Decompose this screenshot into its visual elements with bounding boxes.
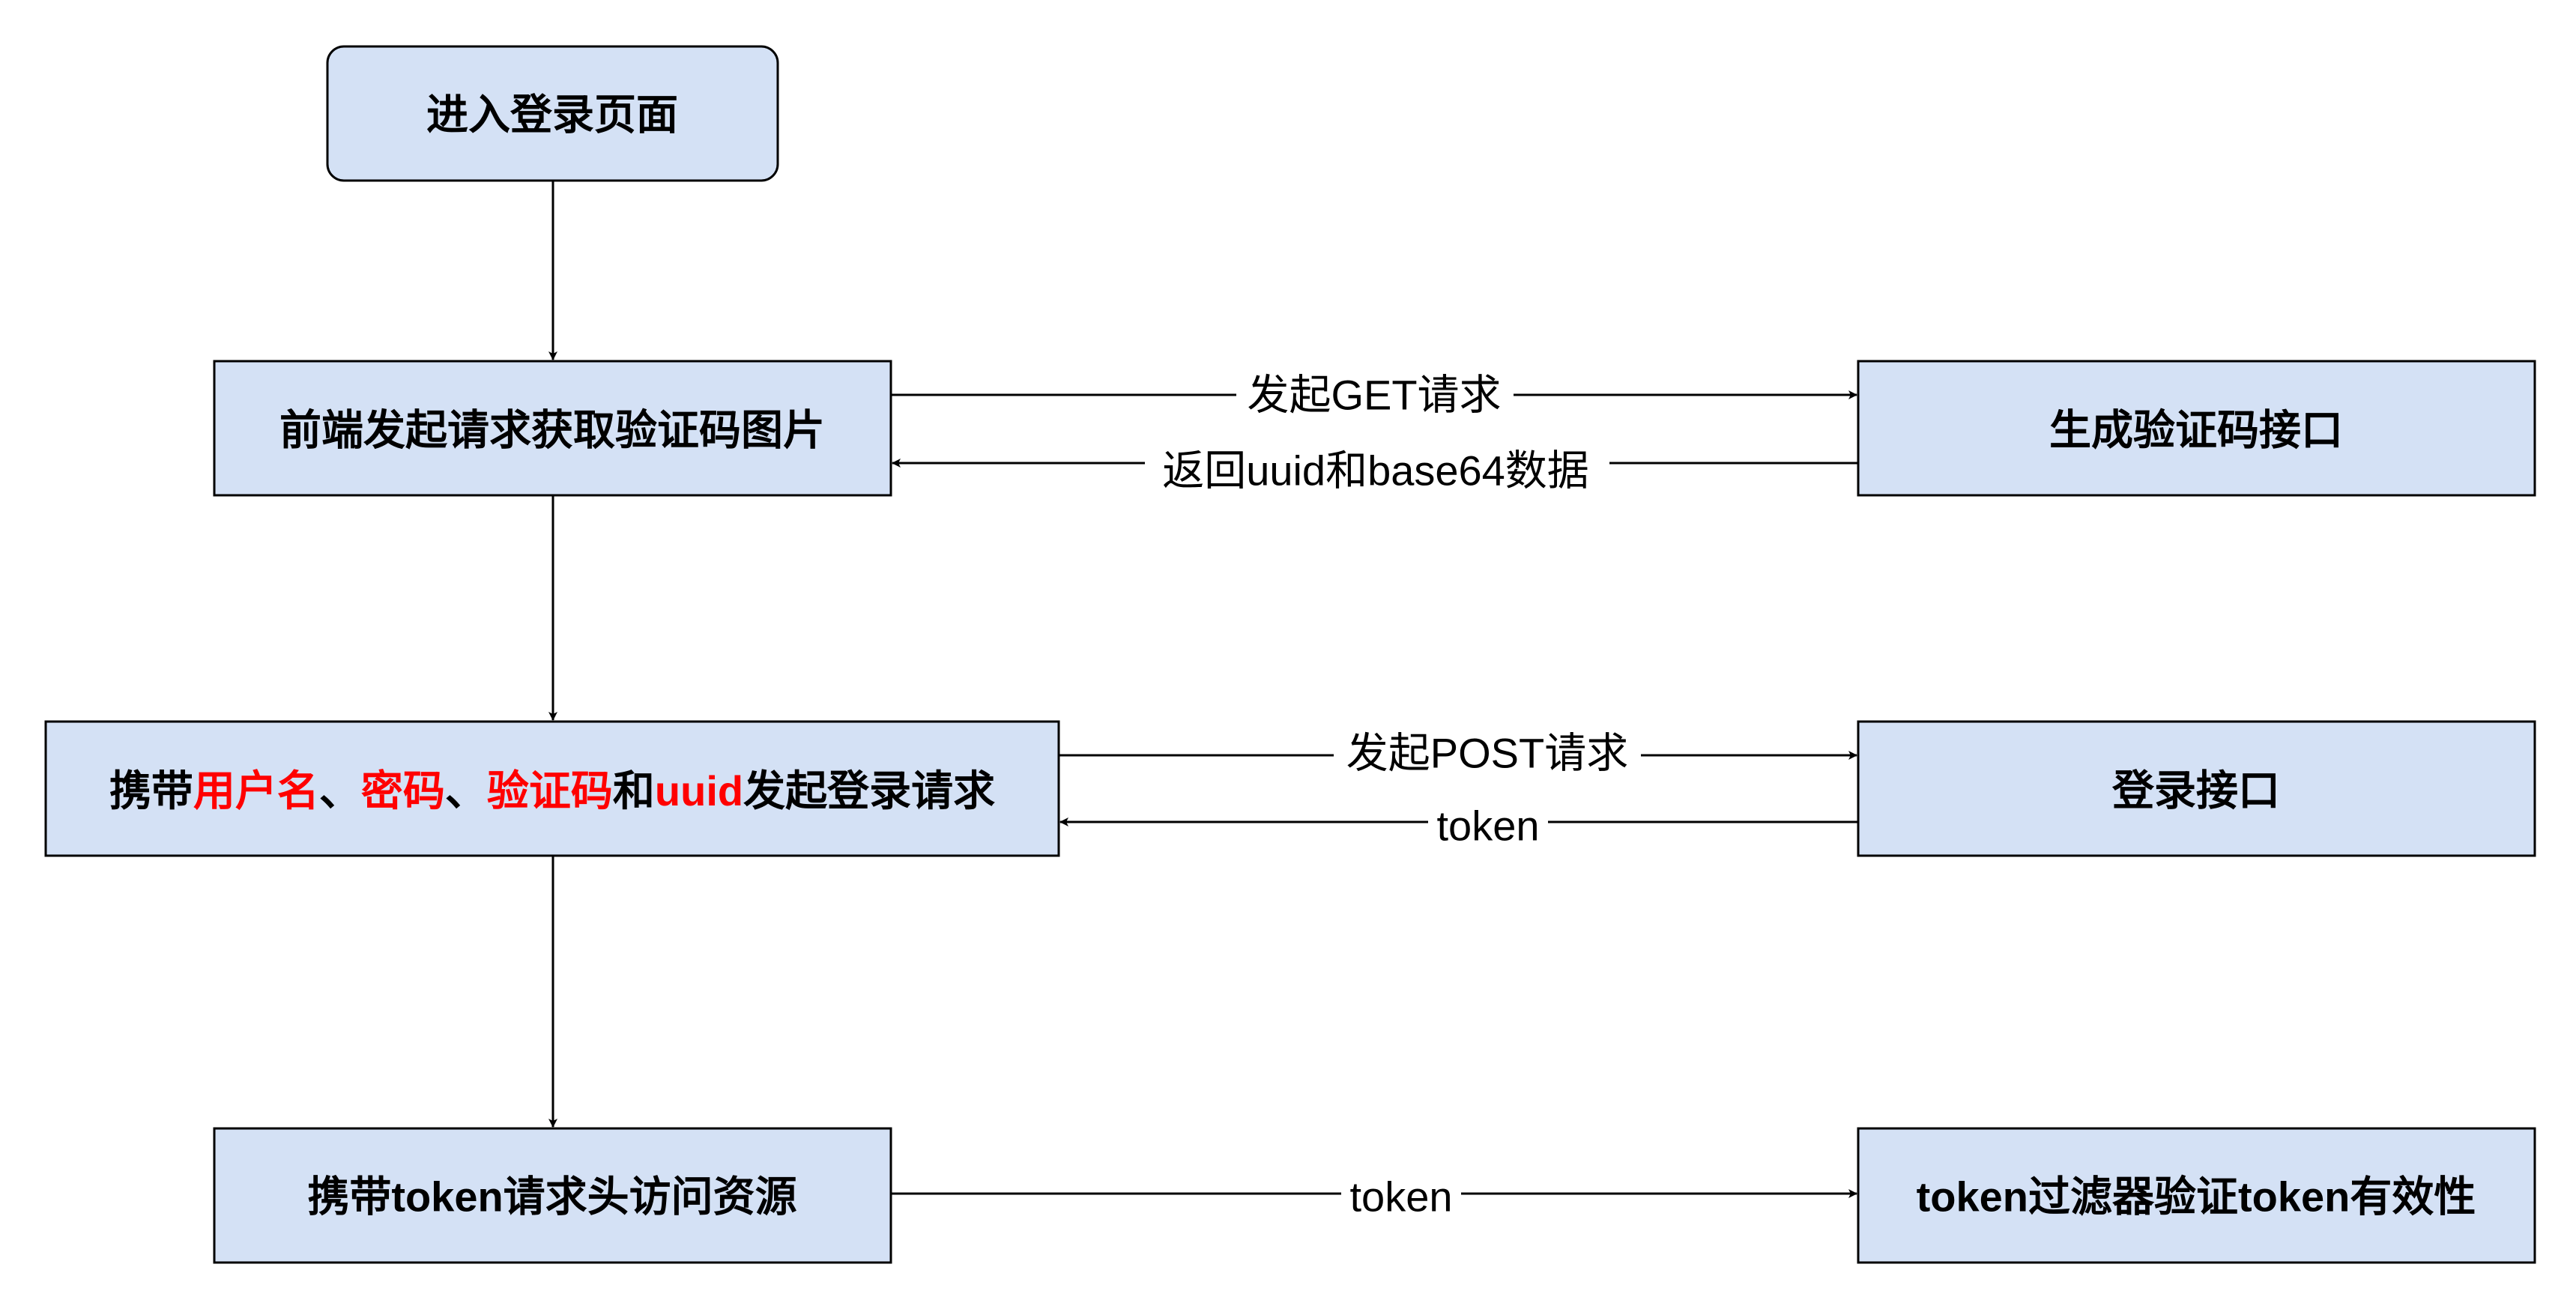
edge-label-post-request: 发起POST请求 (1346, 730, 1628, 777)
node-token-filter-label: token过滤器验证token有效性 (1917, 1173, 2476, 1221)
login-request-uuid: uuid (655, 767, 743, 814)
login-request-sep2: 、 (445, 767, 487, 814)
node-login-api-label: 登录接口 (2111, 767, 2280, 814)
node-login-request-label: 携带用户名、密码、验证码和uuid发起登录请求 (109, 767, 995, 814)
node-enter-login-page-label: 进入登录页面 (426, 91, 678, 139)
login-request-username: 用户名 (193, 767, 319, 814)
login-request-prefix: 携带 (109, 767, 193, 814)
login-request-password: 密码 (361, 767, 445, 814)
node-access-resource-label: 携带token请求头访问资源 (307, 1173, 796, 1221)
edge-label-token-return: token (1437, 802, 1540, 850)
login-request-suffix: 发起登录请求 (743, 767, 995, 814)
login-flow-diagram: 发起GET请求 返回uuid和base64数据 发起POST请求 token t… (44, 45, 2536, 1264)
node-request-captcha-label: 前端发起请求获取验证码图片 (279, 407, 825, 454)
edge-label-token-send: token (1350, 1173, 1453, 1221)
login-request-and: 和 (613, 767, 655, 814)
login-request-sep1: 、 (319, 767, 361, 814)
node-captcha-api-label: 生成验证码接口 (2049, 407, 2343, 454)
login-request-captcha: 验证码 (487, 767, 613, 814)
edge-label-get-request: 发起GET请求 (1247, 372, 1501, 419)
edge-label-return-uuid-base64: 返回uuid和base64数据 (1162, 447, 1589, 495)
